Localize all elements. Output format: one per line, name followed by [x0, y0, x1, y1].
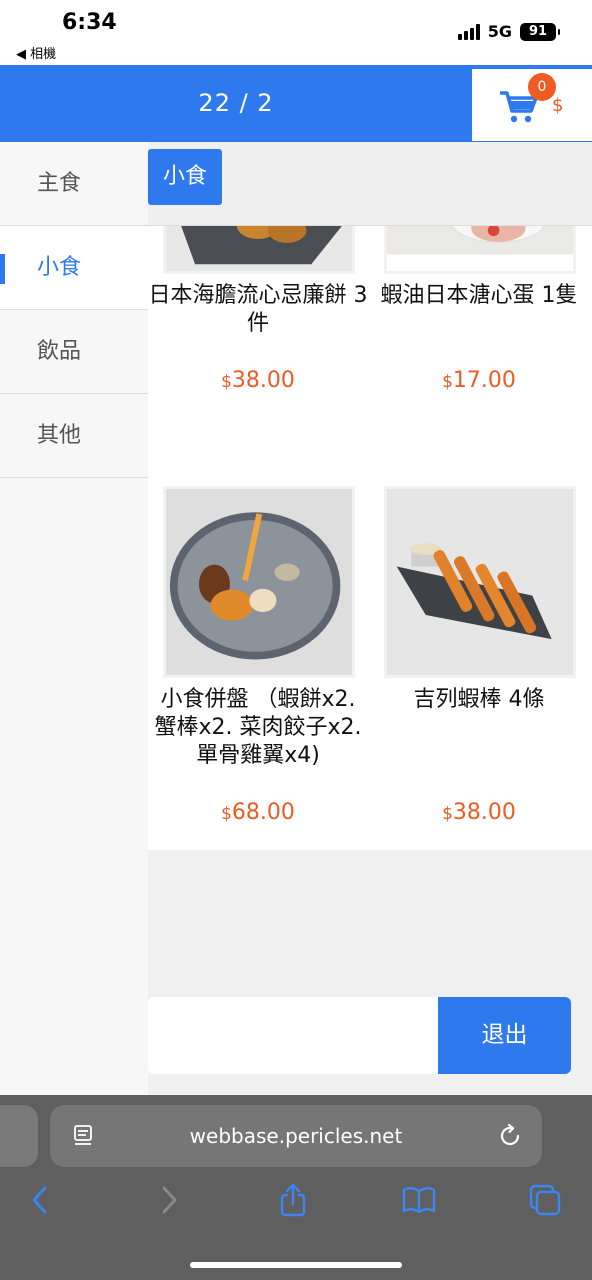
product-price: $68.00 — [148, 800, 368, 825]
status-indicators: 5G 91 — [457, 22, 560, 41]
page-counter: 22 / 2 — [198, 89, 274, 117]
section-header: 小食 — [148, 142, 592, 226]
network-label: 5G — [487, 22, 512, 41]
section-title[interactable]: 小食 — [148, 149, 223, 205]
browser-chrome: webbase.pericles.net — [0, 1095, 592, 1280]
battery-icon: 91 — [520, 22, 560, 41]
url-text: webbase.pericles.net — [189, 1124, 403, 1148]
product-name: 日本海膽流心忌廉餅 3件 — [148, 283, 368, 336]
price-value: 38.00 — [231, 368, 295, 393]
back-to-app-link[interactable]: ◀ 相機 — [16, 43, 56, 62]
currency-symbol: $ — [442, 372, 453, 392]
address-bar[interactable]: webbase.pericles.net — [50, 1105, 542, 1167]
home-indicator — [190, 1262, 402, 1268]
currency-symbol: $ — [221, 804, 232, 824]
product-card[interactable]: 小食併盤 （蝦餅x2. 蟹棒x2. 菜肉餃子x2. 單骨雞翼x4) $68.00 — [148, 486, 362, 825]
product-name: 小食併盤 （蝦餅x2. 蟹棒x2. 菜肉餃子x2. 單骨雞翼x4) — [154, 687, 362, 768]
forward-arrow-icon[interactable] — [152, 1183, 186, 1217]
product-image — [163, 486, 355, 678]
product-image — [384, 486, 576, 678]
share-icon[interactable] — [276, 1183, 310, 1217]
top-bar: 22 / 2 0 $ — [0, 65, 592, 142]
product-card[interactable]: 日本海膽流心忌廉餅 3件 $38.00 — [148, 226, 368, 393]
product-price: $17.00 — [369, 368, 589, 393]
product-price: $38.00 — [148, 368, 368, 393]
price-value: 17.00 — [452, 368, 516, 393]
bookmarks-icon[interactable] — [402, 1183, 436, 1217]
product-price: $38.00 — [369, 800, 589, 825]
action-bar: 退出 — [148, 997, 571, 1074]
sidebar-item-snacks[interactable]: 小食 — [0, 226, 148, 310]
product-image — [384, 226, 576, 274]
reload-icon[interactable] — [496, 1122, 524, 1150]
sidebar-item-drinks[interactable]: 飲品 — [0, 310, 148, 394]
cart-total: $ — [552, 95, 564, 116]
previous-tab[interactable] — [0, 1105, 38, 1167]
tabs-icon[interactable] — [528, 1183, 562, 1217]
product-grid: 日本海膽流心忌廉餅 3件 $38.00 蝦油日本溏心蛋 1隻 $17.00 小食… — [148, 226, 592, 850]
currency-symbol: $ — [221, 372, 232, 392]
product-card[interactable]: 吉列蝦棒 4條 $38.00 — [369, 486, 576, 825]
currency-symbol: $ — [442, 804, 453, 824]
product-name: 吉列蝦棒 4條 — [413, 687, 545, 712]
product-image — [163, 226, 355, 274]
status-time: 6:34 — [62, 10, 117, 35]
sidebar-item-others[interactable]: 其他 — [0, 394, 148, 478]
cart-button[interactable]: 0 $ — [472, 69, 592, 141]
status-bar: 6:34 ◀ 相機 5G 91 — [0, 0, 592, 65]
price-value: 38.00 — [452, 800, 516, 825]
product-card[interactable]: 蝦油日本溏心蛋 1隻 $17.00 — [369, 226, 578, 393]
price-value: 68.00 — [231, 800, 295, 825]
category-sidebar: 主食 小食 飲品 其他 — [0, 142, 148, 1095]
signal-icon — [457, 23, 480, 40]
sidebar-item-main-dishes[interactable]: 主食 — [0, 142, 148, 226]
exit-button[interactable]: 退出 — [438, 997, 571, 1074]
main-content: 小食 日本海膽流心忌廉餅 3件 $38.00 蝦油日本溏心蛋 1隻 $17.00… — [148, 142, 592, 1095]
product-name: 蝦油日本溏心蛋 1隻 — [380, 283, 578, 308]
back-arrow-icon[interactable] — [23, 1183, 57, 1217]
